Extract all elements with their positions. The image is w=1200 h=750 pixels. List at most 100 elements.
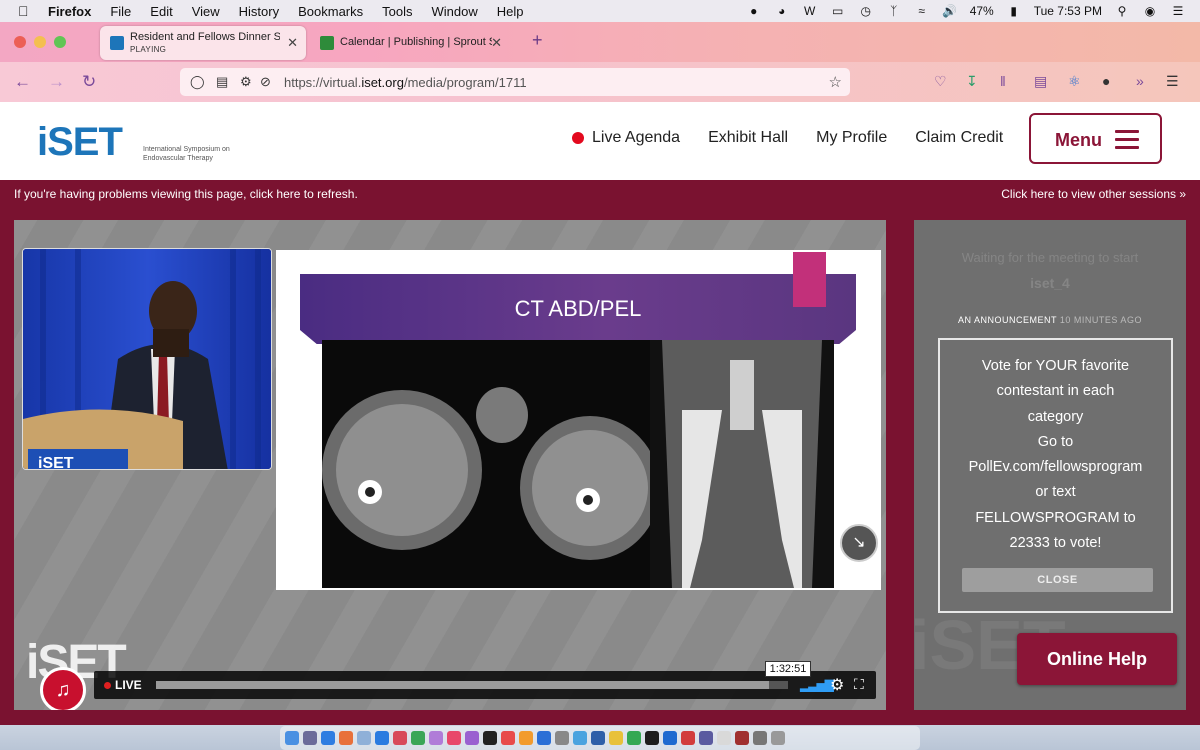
downloads-stack-icon[interactable]	[753, 731, 767, 745]
translate-icon[interactable]: ⚛	[1068, 73, 1081, 90]
hamburger-menu-icon[interactable]: ☰	[1166, 73, 1179, 90]
tab-active[interactable]: Resident and Fellows Dinner Ses PLAYING …	[100, 26, 306, 60]
notes-icon[interactable]	[609, 731, 623, 745]
webex-icon[interactable]: W	[802, 4, 818, 18]
battery-icon[interactable]: ▮	[1006, 4, 1022, 18]
fullscreen-icon[interactable]: ⛶	[854, 676, 864, 693]
bluetooth-icon[interactable]: ᛉ	[886, 4, 902, 18]
control-center-icon[interactable]: ☰	[1170, 4, 1186, 18]
menu-history[interactable]: History	[239, 4, 279, 19]
wifi-icon[interactable]: ≈	[914, 4, 930, 18]
notification-bell-icon[interactable]: ♫	[40, 667, 86, 710]
online-help-button[interactable]: Online Help	[1017, 633, 1177, 685]
tracking-shield-icon[interactable]: ◯	[190, 74, 205, 90]
app-store-icon[interactable]	[537, 731, 551, 745]
apple-icon[interactable]: 	[18, 3, 34, 19]
announcement-close-button[interactable]: CLOSE	[962, 568, 1153, 592]
preview-icon[interactable]	[717, 731, 731, 745]
seek-bar[interactable]	[156, 681, 788, 689]
menu-button[interactable]: Menu	[1029, 113, 1162, 164]
spotlight-search-icon[interactable]: ⚲	[1114, 4, 1130, 18]
window-minimize-button[interactable]	[34, 36, 46, 48]
volume-icon[interactable]: 🔊	[942, 4, 958, 18]
settings-gear-icon[interactable]: ⚙	[830, 675, 844, 695]
menu-window[interactable]: Window	[432, 4, 478, 19]
finder-icon[interactable]	[285, 731, 299, 745]
quality-signal-icon[interactable]: ▂▃▅▇	[800, 678, 834, 692]
overflow-chevron-icon[interactable]: »	[1136, 73, 1144, 89]
menu-help[interactable]: Help	[497, 4, 524, 19]
system-preferences-icon[interactable]	[555, 731, 569, 745]
terminal-icon[interactable]	[645, 731, 659, 745]
other-sessions-link[interactable]: Click here to view other sessions »	[1001, 187, 1186, 201]
outlook-icon[interactable]	[375, 731, 389, 745]
nav-my-profile[interactable]: My Profile	[816, 129, 887, 147]
excel-icon[interactable]	[411, 731, 425, 745]
safari-icon[interactable]	[321, 731, 335, 745]
menu-app-name[interactable]: Firefox	[48, 4, 91, 19]
word-icon[interactable]	[591, 731, 605, 745]
video-player[interactable]: iSET CT ABD/PEL ↘ iSET ♫ LIVE ▂▃▅▇ ⚙ ⛶ 1…	[14, 220, 886, 710]
site-nav: Live Agenda Exhibit Hall My Profile Clai…	[572, 129, 1031, 147]
calendar-icon[interactable]	[393, 731, 407, 745]
trash-icon[interactable]	[771, 731, 785, 745]
mail-icon[interactable]	[357, 731, 371, 745]
pocket-icon[interactable]: ♡	[934, 73, 947, 90]
webex-dock-icon[interactable]	[699, 731, 713, 745]
reader-view-icon[interactable]: ▤	[1034, 73, 1047, 90]
siri-icon[interactable]: ◉	[1142, 4, 1158, 18]
url-text[interactable]: https://virtual.iset.org/media/program/1…	[284, 75, 527, 90]
menu-tools[interactable]: Tools	[382, 4, 412, 19]
back-arrow-icon[interactable]: ←	[14, 72, 31, 92]
reload-icon[interactable]: ↻	[82, 72, 96, 92]
profile-avatar-icon[interactable]: ●	[1102, 73, 1110, 89]
autoplay-blocked-icon[interactable]: ⊘	[260, 74, 271, 90]
tv-icon[interactable]	[483, 731, 497, 745]
music-icon[interactable]	[447, 731, 461, 745]
nav-exhibit-hall[interactable]: Exhibit Hall	[708, 129, 788, 147]
live-indicator[interactable]: LIVE	[104, 678, 142, 692]
acrobat-icon[interactable]	[681, 731, 695, 745]
window-zoom-button[interactable]	[54, 36, 66, 48]
firefox-icon[interactable]	[339, 731, 353, 745]
tab-close-icon[interactable]: ✕	[287, 35, 298, 51]
notification-icon[interactable]: ●	[746, 4, 762, 18]
tab-inactive[interactable]: Calendar | Publishing | Sprout S ✕	[312, 26, 512, 60]
chrome-icon[interactable]	[627, 731, 641, 745]
menu-view[interactable]: View	[192, 4, 220, 19]
photos-icon[interactable]	[429, 731, 443, 745]
exit-pip-icon[interactable]: ↘	[840, 524, 878, 562]
zoom-icon[interactable]	[663, 731, 677, 745]
airplay-icon[interactable]: ▭	[830, 4, 846, 18]
menu-file[interactable]: File	[110, 4, 131, 19]
creative-cloud-icon[interactable]: ◕	[774, 4, 790, 18]
browser-tab-bar: Resident and Fellows Dinner Ses PLAYING …	[0, 22, 1200, 62]
permissions-icon[interactable]: ⚙	[240, 74, 252, 90]
news-icon[interactable]	[501, 731, 515, 745]
downloads-icon[interactable]: ↧	[966, 73, 978, 90]
url-bar[interactable]: ◯ ▤ ⚙ ⊘ https://virtual.iset.org/media/p…	[180, 68, 850, 96]
refresh-notice-link[interactable]: If you're having problems viewing this p…	[14, 187, 358, 201]
forward-arrow-icon[interactable]: →	[48, 72, 65, 92]
battery-percent[interactable]: 47%	[970, 4, 994, 18]
nav-claim-credit[interactable]: Claim Credit	[915, 129, 1003, 147]
lock-icon[interactable]: ▤	[216, 74, 228, 90]
menu-edit[interactable]: Edit	[150, 4, 172, 19]
time-machine-icon[interactable]: ◷	[858, 4, 874, 18]
books-icon[interactable]	[519, 731, 533, 745]
window-close-button[interactable]	[14, 36, 26, 48]
palm-icon[interactable]	[735, 731, 749, 745]
menu-bookmarks[interactable]: Bookmarks	[298, 4, 363, 19]
bookmark-star-icon[interactable]: ☆	[829, 73, 842, 91]
menu-button-label: Menu	[1055, 130, 1102, 150]
podcasts-icon[interactable]	[465, 731, 479, 745]
messages-icon[interactable]	[573, 731, 587, 745]
logo-subtitle: International Symposium on Endovascular …	[143, 146, 230, 162]
iset-logo[interactable]: iSET International Symposium on Endovasc…	[37, 122, 237, 166]
new-tab-plus-icon[interactable]: +	[532, 30, 543, 51]
library-icon[interactable]: ‖	[1000, 73, 1006, 89]
launchpad-icon[interactable]	[303, 731, 317, 745]
clock[interactable]: Tue 7:53 PM	[1034, 4, 1102, 18]
tab-close-icon[interactable]: ✕	[491, 35, 502, 51]
nav-live-agenda[interactable]: Live Agenda	[592, 129, 680, 147]
